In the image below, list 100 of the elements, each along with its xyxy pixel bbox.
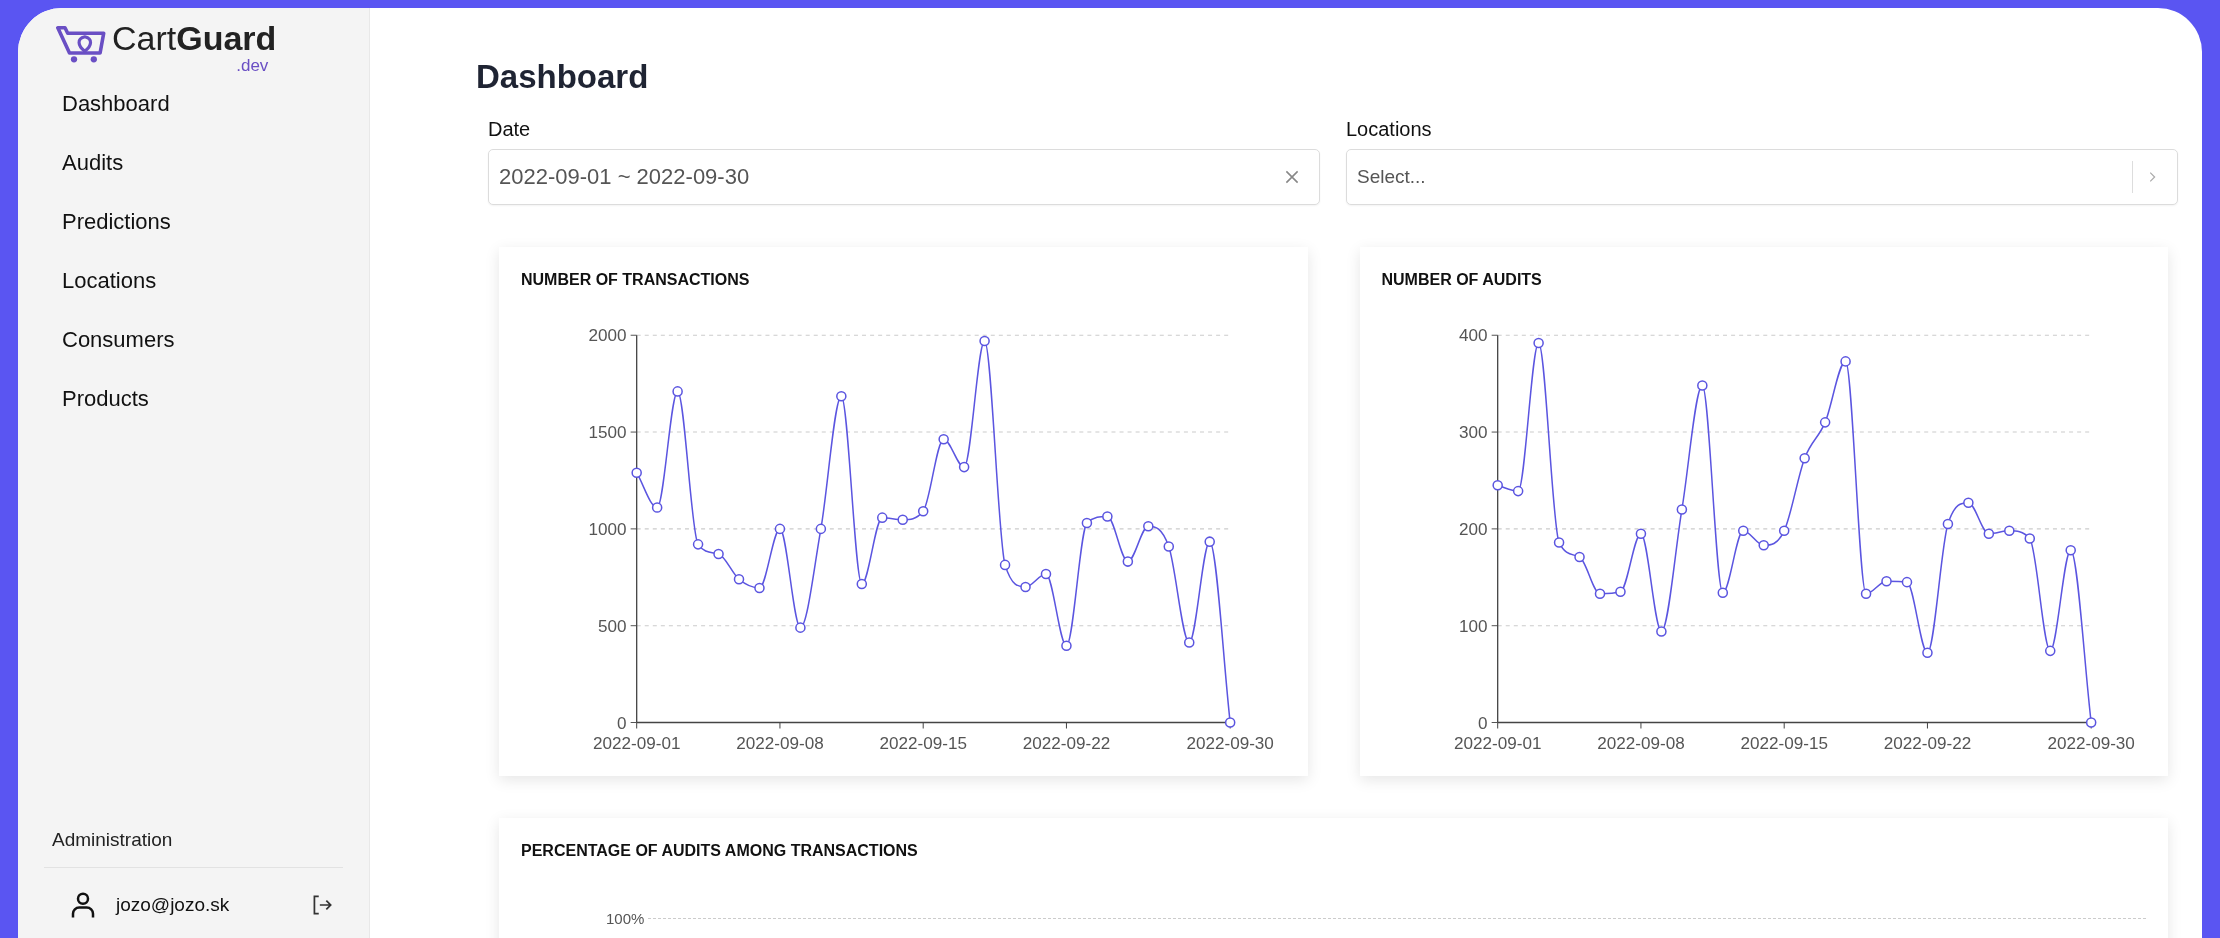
data-point (1224, 717, 1236, 728)
data-point (1614, 586, 1626, 598)
user-email: jozo@jozo.sk (116, 894, 231, 916)
data-point (1102, 511, 1113, 522)
axis-label: 500 (598, 616, 627, 636)
axis-label: 2022-09-15 (1739, 733, 1828, 753)
axis-label: 2022-09-15 (879, 733, 967, 753)
data-point (1839, 356, 1851, 367)
data-point (1020, 581, 1031, 593)
chart-title: NUMBER OF TRANSACTIONS (521, 271, 750, 289)
data-point (1921, 647, 1933, 659)
clear-icon[interactable] (1283, 168, 1301, 186)
data-point (1778, 525, 1789, 537)
section-label: Administration (44, 829, 343, 868)
data-point (2003, 525, 2015, 537)
data-point (2044, 645, 2056, 657)
data-point (1717, 587, 1728, 599)
field-value: 2022-09-01 ~ 2022-09-30 (499, 164, 750, 190)
chart-title: PERCENTAGE OF AUDITS AMONG TRANSACTIONS (521, 841, 918, 860)
data-point (958, 461, 970, 473)
data-point (1532, 337, 1544, 349)
logo-text: CartGuard (112, 20, 277, 58)
data-point (1798, 452, 1810, 464)
nav-link[interactable]: Products (62, 383, 149, 415)
axis-label: 400 (1458, 326, 1488, 346)
data-point (1860, 588, 1871, 600)
data-point (856, 578, 868, 590)
axis-label: 2022-09-22 (1883, 733, 1971, 753)
field-label: Locations (1346, 118, 1432, 141)
data-point (1204, 536, 1215, 547)
data-point (651, 502, 663, 513)
data-point (1594, 588, 1605, 600)
data-point (1819, 417, 1830, 428)
data-point (917, 505, 929, 517)
data-point (2064, 544, 2076, 556)
date-range-field[interactable]: 2022-09-01 ~ 2022-09-30 (488, 149, 1320, 205)
axis-label: 1000 (588, 519, 627, 539)
data-point (1040, 568, 1052, 580)
data-point (1983, 528, 1994, 539)
data-point (1635, 528, 1646, 539)
placeholder-text: Select... (1357, 166, 1426, 188)
data-point (1081, 517, 1093, 529)
data-point (836, 390, 847, 402)
page-title: Dashboard (476, 58, 649, 96)
axis-label: 100 (1458, 616, 1488, 636)
data-point (1962, 497, 1974, 508)
data-point (1061, 640, 1072, 652)
nav-link[interactable]: Audits (62, 147, 124, 179)
data-point (631, 467, 642, 478)
logo-suffix: .dev (236, 57, 269, 75)
axis-label: 100% (606, 909, 645, 927)
nav-link[interactable]: Predictions (62, 206, 171, 238)
field-label: Date (488, 118, 531, 141)
data-point (1122, 556, 1134, 567)
data-point (1696, 380, 1708, 391)
data-point (1183, 637, 1195, 648)
data-point (1163, 541, 1175, 552)
axis-label: 2022-09-30 (2046, 733, 2135, 753)
data-point (692, 539, 704, 550)
axis-label: 2022-09-01 (592, 733, 681, 753)
nav-link[interactable]: Consumers (62, 324, 175, 356)
axis-label: 2022-09-22 (1022, 733, 1111, 753)
axis-label: 2000 (588, 326, 627, 346)
axis-label: 2022-09-30 (1186, 733, 1274, 753)
axis-label: 2022-09-01 (1453, 733, 1541, 753)
data-point (1880, 575, 1892, 587)
nav-link[interactable]: Dashboard (62, 88, 170, 120)
axis-label: 200 (1458, 519, 1488, 539)
data-point (795, 622, 806, 633)
data-point (1573, 551, 1585, 563)
nav-link[interactable]: Locations (62, 265, 157, 297)
axis-label: 0 (1477, 713, 1488, 733)
axis-label: 1500 (588, 423, 627, 443)
data-point (672, 386, 683, 397)
data-point (979, 335, 990, 347)
data-point (2085, 717, 2096, 728)
axis-label: 300 (1458, 423, 1488, 443)
data-point (733, 573, 745, 585)
data-point (1676, 504, 1687, 515)
data-point (774, 523, 786, 535)
data-point (754, 582, 765, 594)
data-point (999, 559, 1011, 571)
axis-label: 2022-09-08 (1596, 733, 1685, 753)
axis-label: 2022-09-08 (736, 733, 824, 753)
chart-title: NUMBER OF AUDITS (1381, 271, 1542, 289)
data-point (1143, 520, 1154, 532)
data-point (1512, 485, 1523, 497)
data-point (1553, 537, 1564, 548)
data-point (1942, 518, 1953, 530)
data-point (1491, 480, 1503, 491)
data-point (1901, 576, 1912, 588)
select-field[interactable]: Select... (1346, 149, 2178, 205)
data-point (713, 548, 724, 560)
data-point (938, 433, 949, 445)
data-point (1757, 540, 1769, 551)
data-point (2024, 533, 2035, 544)
data-point (815, 523, 827, 535)
data-point (877, 512, 888, 523)
data-point (1655, 626, 1667, 637)
data-point (1737, 525, 1749, 537)
